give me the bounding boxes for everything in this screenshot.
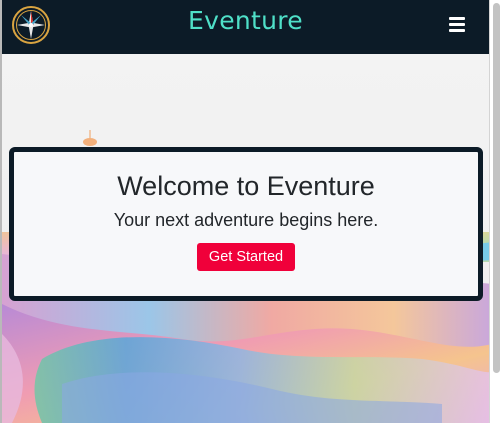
get-started-button[interactable]: Get Started [196,243,296,271]
scrollbar-thumb[interactable] [493,3,500,373]
brand-title[interactable]: Eventure [2,6,489,35]
navbar: Eventure [2,0,489,54]
welcome-card: Welcome to Eventure Your next adventure … [9,147,483,301]
welcome-title: Welcome to Eventure [117,171,375,201]
hero-section: Welcome to Eventure Your next adventure … [2,54,489,423]
welcome-subtitle: Your next adventure begins here. [113,210,379,230]
hamburger-menu-icon[interactable] [449,17,465,32]
browser-viewport: Eventure Welcome to Eventure Your next a… [0,0,490,423]
